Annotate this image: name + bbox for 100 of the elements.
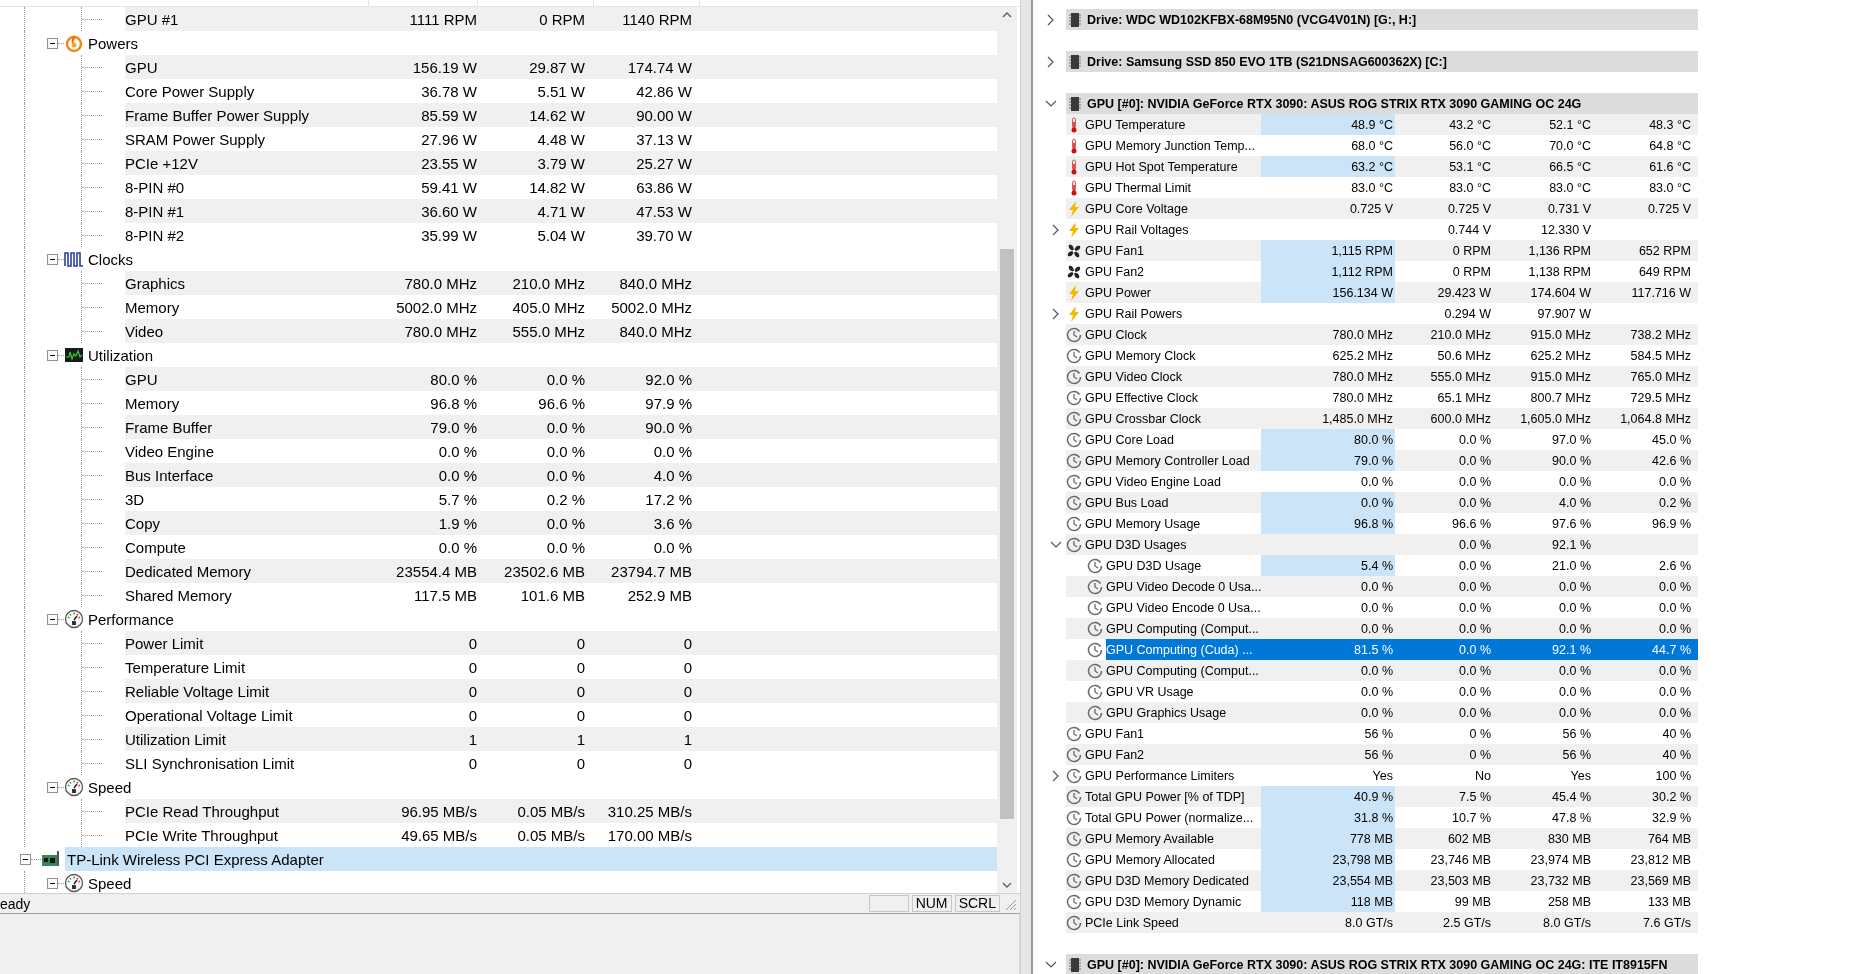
- collapse-toggle[interactable]: [47, 349, 58, 361]
- sensor-row[interactable]: GPU Video Decode 0 Usa... 0.0 % 0.0 % 0.0 % 0.0 %: [1066, 576, 1698, 597]
- max-value: 258 MB: [1546, 893, 1592, 911]
- sensor-row[interactable]: GPU Computing (Comput... 0.0 % 0.0 % 0.0 % 0.0 %: [1066, 660, 1698, 681]
- sensor-group-item[interactable]: Clocks: [88, 250, 133, 268]
- sensor-name: GPU Memory Clock: [1085, 347, 1197, 365]
- collapse-toggle[interactable]: [47, 253, 58, 265]
- sensor-group-item[interactable]: Speed: [88, 778, 132, 796]
- sensor-row[interactable]: GPU Power 156.134 W 29.423 W 174.604 W 117.716 W: [1066, 282, 1698, 303]
- collapse-toggle[interactable]: [47, 613, 58, 625]
- max-value: 97.907 W: [1536, 305, 1592, 323]
- sensor-row[interactable]: GPU Thermal Limit 83.0 °C 83.0 °C 83.0 °C 83.0 °C: [1066, 177, 1698, 198]
- sensor-row[interactable]: GPU D3D Memory Dedicated 23,554 MB 23,503 MB 23,732 MB 23,569 MB: [1066, 870, 1698, 891]
- min-value: 0.0 %: [1458, 473, 1492, 491]
- min-value: 0.0 %: [1458, 578, 1492, 596]
- clock-icon: [1066, 410, 1082, 427]
- sensor-row[interactable]: GPU Rail Voltages 0.744 V 12.330 V: [1066, 219, 1698, 240]
- max-value: 63.86 W: [635, 178, 692, 196]
- sensor-row[interactable]: GPU Rail Powers 0.294 W 97.907 W: [1066, 303, 1698, 324]
- max-value: 23,974 MB: [1529, 851, 1592, 869]
- group-header[interactable]: GPU [#0]: NVIDIA GeForce RTX 3090: ASUS ROG STRIX RTX 3090 GAMING OC 24G: ITE IT8915FN: [1066, 954, 1698, 974]
- sensor-row[interactable]: GPU Core Load 80.0 % 0.0 % 97.0 % 45.0 %: [1066, 429, 1698, 450]
- sensor-name: 8-PIN #1: [125, 202, 186, 220]
- sensor-row[interactable]: GPU Fan2 56 % 0 % 56 % 40 %: [1066, 744, 1698, 765]
- max-value: 37.13 W: [635, 130, 692, 148]
- max-value: 174.604 W: [1529, 284, 1592, 302]
- sensor-value: 1111 RPM: [408, 10, 477, 28]
- max-value: 47.8 %: [1551, 809, 1592, 827]
- collapse-toggle[interactable]: [47, 37, 58, 49]
- min-value: 83.0 °C: [1448, 179, 1492, 197]
- sensor-group-item[interactable]: Powers: [88, 34, 139, 52]
- sensor-row[interactable]: GPU VR Usage 0.0 % 0.0 % 0.0 % 0.0 %: [1066, 681, 1698, 702]
- sensor-name: GPU Computing (Comput...: [1106, 662, 1260, 680]
- collapse-toggle[interactable]: [47, 877, 58, 889]
- max-value: 92.1 %: [1493, 639, 1593, 660]
- sensor-row[interactable]: GPU Core Voltage 0.725 V 0.725 V 0.731 V 0.725 V: [1066, 198, 1698, 219]
- sensor-row[interactable]: GPU Computing (Cuda) ... 81.5 % 0.0 % 92.1 % 44.7 %: [1066, 639, 1698, 660]
- scrollbar-thumb[interactable]: [1000, 249, 1014, 819]
- min-value: 23502.6 MB: [503, 562, 585, 580]
- sensor-name: GPU Performance Limiters: [1085, 767, 1236, 785]
- sensor-row[interactable]: GPU Computing (Comput... 0.0 % 0.0 % 0.0 % 0.0 %: [1066, 618, 1698, 639]
- sensor-group-item[interactable]: Performance: [88, 610, 174, 628]
- group-header[interactable]: Drive: WDC WD102KFBX-68M95N0 (VCG4V01N) [G:, H:]: [1066, 9, 1698, 30]
- sensor-row[interactable]: GPU Memory Allocated 23,798 MB 23,746 MB 23,974 MB 23,812 MB: [1066, 849, 1698, 870]
- max-value: 21.0 %: [1551, 557, 1592, 575]
- scrollbar[interactable]: [997, 7, 1017, 893]
- max-value: 4.0 %: [1558, 494, 1592, 512]
- min-value: 7.5 %: [1458, 788, 1492, 806]
- sensor-row[interactable]: GPU Clock 780.0 MHz 210.0 MHz 915.0 MHz 738.2 MHz: [1066, 324, 1698, 345]
- sensor-row[interactable]: GPU Memory Available 778 MB 602 MB 830 MB 764 MB: [1066, 828, 1698, 849]
- sensor-row[interactable]: GPU Video Encode 0 Usa... 0.0 % 0.0 % 0.0 % 0.0 %: [1066, 597, 1698, 618]
- group-header[interactable]: GPU [#0]: NVIDIA GeForce RTX 3090: ASUS ROG STRIX RTX 3090 GAMING OC 24G: [1066, 93, 1698, 114]
- sensor-row[interactable]: GPU Graphics Usage 0.0 % 0.0 % 0.0 % 0.0 %: [1066, 702, 1698, 723]
- group-header[interactable]: Drive: Samsung SSD 850 EVO 1TB (S21DNSAG600362X) [C:]: [1066, 51, 1698, 72]
- sensor-row[interactable]: GPU Memory Clock 625.2 MHz 50.6 MHz 625.2 MHz 584.5 MHz: [1066, 345, 1698, 366]
- collapse-toggle[interactable]: [20, 853, 31, 865]
- sensor-row[interactable]: PCIe Link Speed 8.0 GT/s 2.5 GT/s 8.0 GT/s 7.6 GT/s: [1066, 912, 1698, 933]
- sensor-row[interactable]: GPU Memory Junction Temp... 68.0 °C 56.0 °C 70.0 °C 64.8 °C: [1066, 135, 1698, 156]
- sensor-row[interactable]: GPU Hot Spot Temperature 63.2 °C 53.1 °C 66.5 °C 61.6 °C: [1066, 156, 1698, 177]
- sensor-row[interactable]: GPU Crossbar Clock 1,485.0 MHz 600.0 MHz 1,605.0 MHz 1,064.8 MHz: [1066, 408, 1698, 429]
- min-value: 0: [575, 754, 585, 772]
- clock-icon: [1066, 515, 1082, 532]
- max-value: 0.0 %: [652, 538, 692, 556]
- sensor-row[interactable]: GPU Fan2 1,112 RPM 0 RPM 1,138 RPM 649 RPM: [1066, 261, 1698, 282]
- sensor-row[interactable]: GPU Effective Clock 780.0 MHz 65.1 MHz 800.7 MHz 729.5 MHz: [1066, 387, 1698, 408]
- sensor-row[interactable]: GPU Bus Load 0.0 % 0.0 % 4.0 % 0.2 %: [1066, 492, 1698, 513]
- sensor-group-item[interactable]: Speed: [88, 874, 132, 892]
- sensor-row[interactable]: Total GPU Power (normalize... 31.8 % 10.7 % 47.8 % 32.9 %: [1066, 807, 1698, 828]
- min-value: 10.7 %: [1451, 809, 1492, 827]
- sensor-row[interactable]: GPU D3D Memory Dynamic 118 MB 99 MB 258 MB 133 MB: [1066, 891, 1698, 912]
- sensor-row[interactable]: GPU Fan1 1,115 RPM 0 RPM 1,136 RPM 652 RPM: [1066, 240, 1698, 261]
- sensor-row[interactable]: GPU Video Engine Load 0.0 % 0.0 % 0.0 % 0.0 %: [1066, 471, 1698, 492]
- sensor-group-item[interactable]: Utilization: [88, 346, 154, 364]
- sensor-value: 780.0 MHz: [1331, 368, 1394, 386]
- sensor-row[interactable]: GPU D3D Usage 5.4 % 0.0 % 21.0 % 2.6 %: [1066, 555, 1698, 576]
- sensor-name: 8-PIN #2: [125, 226, 186, 244]
- fan-icon: [1066, 242, 1082, 259]
- min-value: 4.71 W: [536, 202, 585, 220]
- sensor-value: 23.55 W: [420, 154, 477, 172]
- sensor-row[interactable]: Total GPU Power [% of TDP] 40.9 % 7.5 % 45.4 % 30.2 %: [1066, 786, 1698, 807]
- sensor-value: 0.0 %: [437, 538, 477, 556]
- sensor-row[interactable]: GPU Fan1 56 % 0 % 56 % 40 %: [1066, 723, 1698, 744]
- clock-icon: [1066, 914, 1082, 931]
- collapse-toggle[interactable]: [47, 781, 58, 793]
- activity-monitor-icon: [64, 345, 84, 365]
- min-value: 405.0 MHz: [511, 298, 585, 316]
- sensor-value: 63.2 °C: [1261, 156, 1395, 177]
- clock-icon: [1066, 326, 1082, 343]
- sensor-value: 780.0 MHz: [403, 322, 477, 340]
- sensor-row[interactable]: GPU Memory Controller Load 79.0 % 0.0 % 90.0 % 42.6 %: [1066, 450, 1698, 471]
- sensor-row[interactable]: GPU Video Clock 780.0 MHz 555.0 MHz 915.0 MHz 765.0 MHz: [1066, 366, 1698, 387]
- average-value: 44.7 %: [1593, 639, 1698, 660]
- device-item[interactable]: TP-Link Wireless PCI Express Adapter: [65, 847, 997, 871]
- min-value: 555.0 MHz: [1429, 368, 1492, 386]
- min-value: 2.5 GT/s: [1442, 914, 1492, 932]
- sensor-row[interactable]: GPU Performance Limiters Yes No Yes 100 %: [1066, 765, 1698, 786]
- average-value: 100 %: [1654, 767, 1692, 785]
- sensor-row[interactable]: GPU Temperature 48.9 °C 43.2 °C 52.1 °C 48.3 °C: [1066, 114, 1698, 135]
- sensor-value: 0: [467, 754, 477, 772]
- sensor-row[interactable]: GPU Memory Usage 96.8 % 96.6 % 97.6 % 96.9 %: [1066, 513, 1698, 534]
